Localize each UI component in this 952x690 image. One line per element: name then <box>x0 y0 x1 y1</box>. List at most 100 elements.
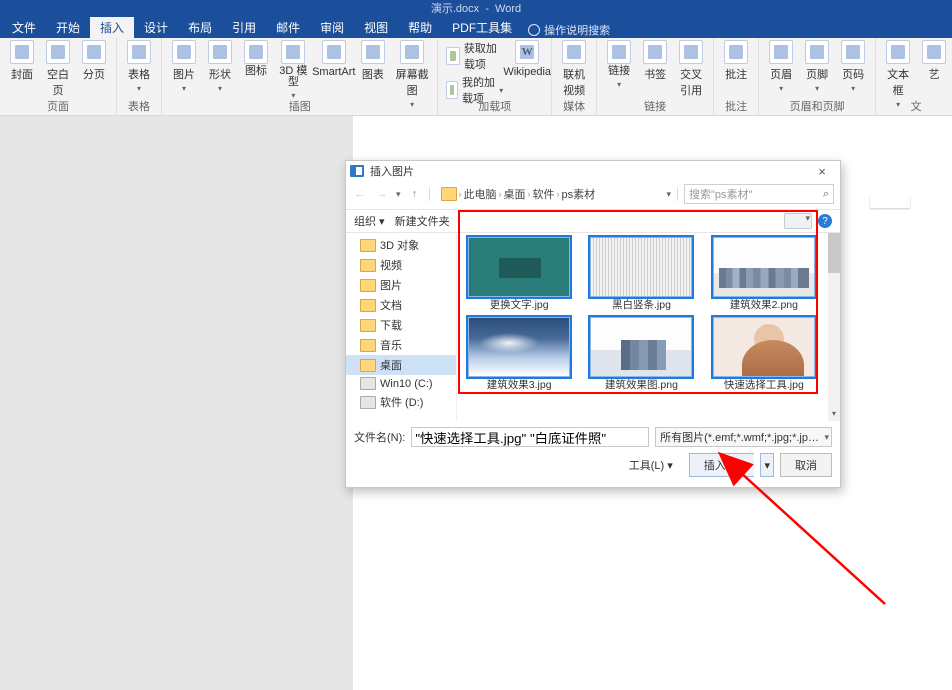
tree-3d-objects[interactable]: 3D 对象 <box>346 235 456 255</box>
doc-title: 演示.docx <box>431 3 479 15</box>
cancel-button[interactable]: 取消 <box>780 453 832 477</box>
link-button[interactable]: 链接▾ <box>605 40 633 90</box>
blank-page-icon <box>46 40 70 64</box>
page-number-button[interactable]: 页码▾ <box>839 40 867 93</box>
bookmark-button[interactable]: 书签 <box>641 40 669 82</box>
crumb-desktop[interactable]: 桌面 <box>504 186 526 202</box>
file-item[interactable]: 建筑效果3.jpg <box>463 317 575 391</box>
breadcrumb-dropdown[interactable]: ▾ <box>666 189 671 200</box>
file-type-combo[interactable]: 所有图片(*.emf;*.wmf;*.jpg;*.jp… <box>655 427 832 447</box>
icons-icon <box>244 40 268 64</box>
file-item[interactable]: 建筑效果2.png <box>708 237 820 311</box>
cover-page-button[interactable]: 封面 <box>8 40 36 82</box>
crumb-software[interactable]: 软件 <box>533 186 555 202</box>
wikipedia-button[interactable]: WWikipedia <box>511 40 543 78</box>
comment-button[interactable]: 批注 <box>722 40 750 82</box>
file-thumbnail <box>590 237 692 297</box>
picture-icon <box>172 40 196 64</box>
wordart-icon <box>922 40 946 64</box>
tree-drive-d[interactable]: 软件 (D:) <box>346 392 456 412</box>
online-video-button[interactable]: 联机视频 <box>560 40 588 98</box>
3d-models-button[interactable]: 3D 模型▾ <box>278 40 309 101</box>
help-button[interactable]: ? <box>818 214 832 228</box>
crumb-root[interactable]: 此电脑 <box>464 186 497 202</box>
file-item[interactable]: 更换文字.jpg <box>463 237 575 311</box>
tab-mailings[interactable]: 邮件 <box>266 17 310 38</box>
file-item[interactable]: 黑白竖条.jpg <box>585 237 697 311</box>
smartart-icon <box>322 40 346 64</box>
group-tables-label: 表格 <box>128 100 150 115</box>
shapes-button[interactable]: 形状▾ <box>206 40 234 93</box>
text-box-button[interactable]: 文本框▾ <box>884 40 912 109</box>
group-headerfooter-label: 页眉和页脚 <box>790 100 845 115</box>
file-list[interactable]: 更换文字.jpg 黑白竖条.jpg 建筑效果2.png 建筑效果3.jpg 建筑… <box>457 233 840 421</box>
screenshot-button[interactable]: 屏幕截图▾ <box>395 40 430 109</box>
organize-button[interactable]: 组织 ▾ <box>354 213 385 229</box>
crumb-psmaterial[interactable]: ps素材 <box>562 186 596 202</box>
icons-button[interactable]: 图标 <box>242 40 270 77</box>
tab-references[interactable]: 引用 <box>222 17 266 38</box>
tab-view[interactable]: 视图 <box>354 17 398 38</box>
nav-up-button[interactable]: ↑ <box>407 188 423 200</box>
page-break-icon <box>82 40 106 64</box>
tree-music[interactable]: 音乐 <box>346 335 456 355</box>
filename-input[interactable] <box>411 427 649 447</box>
blank-page-button[interactable]: 空白页 <box>44 40 72 98</box>
search-icon[interactable]: ⌕ <box>823 188 829 201</box>
cross-ref-icon <box>679 40 703 64</box>
table-button[interactable]: 表格▾ <box>125 40 153 93</box>
wordart-button[interactable]: 艺 <box>920 40 948 82</box>
file-thumbnail <box>590 317 692 377</box>
tree-pictures[interactable]: 图片 <box>346 275 456 295</box>
nav-back-button[interactable]: ← <box>352 188 368 200</box>
page-number-icon <box>841 40 865 64</box>
smartart-button[interactable]: SmartArt <box>317 40 351 78</box>
table-icon <box>127 40 151 64</box>
search-input[interactable]: 搜索"ps素材" ⌕ <box>684 184 834 204</box>
tools-button[interactable]: 工具(L) ▾ <box>629 457 673 473</box>
nav-forward-button[interactable]: → <box>374 188 390 200</box>
insert-button[interactable]: 插入(S) <box>689 453 755 477</box>
cross-ref-button[interactable]: 交叉引用 <box>677 40 705 98</box>
insert-picture-dialog: 插入图片 × ← → ▾ ↑ › 此电脑 › 桌面 › 软件 › ps素材 ▾ … <box>345 160 841 488</box>
tab-insert[interactable]: 插入 <box>90 17 134 38</box>
scrollbar[interactable]: ▴ ▾ <box>828 233 840 421</box>
file-item[interactable]: 快速选择工具.jpg <box>708 317 820 391</box>
tab-review[interactable]: 审阅 <box>310 17 354 38</box>
nav-history-dropdown[interactable]: ▾ <box>396 189 401 200</box>
tell-me-search[interactable]: 操作说明搜索 <box>528 22 610 38</box>
file-item[interactable]: 建筑效果图.png <box>585 317 697 391</box>
folder-tree: 3D 对象 视频 图片 文档 下载 音乐 桌面 Win10 (C:) 软件 (D… <box>346 233 457 421</box>
dialog-close-button[interactable]: × <box>808 164 836 179</box>
bulb-icon <box>528 24 540 36</box>
scroll-down-icon[interactable]: ▾ <box>828 409 840 421</box>
chart-button[interactable]: 图表 <box>359 40 387 82</box>
breadcrumb[interactable]: › 此电脑 › 桌面 › 软件 › ps素材 <box>436 183 661 205</box>
view-options-button[interactable] <box>784 213 812 229</box>
drive-icon <box>360 396 376 409</box>
tab-pdf[interactable]: PDF工具集 <box>442 17 522 38</box>
file-name: 黑白竖条.jpg <box>612 299 671 311</box>
ribbon-body: 封面 空白页 分页 页面 表格▾ 表格 图片▾ 形状▾ 图标 3D 模型▾ Sm… <box>0 38 952 116</box>
tree-drive-c[interactable]: Win10 (C:) <box>346 375 456 392</box>
tree-downloads[interactable]: 下载 <box>346 315 456 335</box>
header-button[interactable]: 页眉▾ <box>767 40 795 93</box>
link-icon <box>607 40 631 64</box>
tree-desktop[interactable]: 桌面 <box>346 355 456 375</box>
picture-button[interactable]: 图片▾ <box>170 40 198 93</box>
insert-dropdown-button[interactable]: ▾ <box>760 453 774 477</box>
footer-button[interactable]: 页脚▾ <box>803 40 831 93</box>
tab-design[interactable]: 设计 <box>134 17 178 38</box>
tree-videos[interactable]: 视频 <box>346 255 456 275</box>
folder-icon <box>360 259 376 272</box>
tree-documents[interactable]: 文档 <box>346 295 456 315</box>
get-addins-button[interactable]: 获取加载项 <box>446 40 503 72</box>
new-folder-button[interactable]: 新建文件夹 <box>395 213 450 229</box>
tab-layout[interactable]: 布局 <box>178 17 222 38</box>
screenshot-icon <box>400 40 424 64</box>
tab-help[interactable]: 帮助 <box>398 17 442 38</box>
tab-file[interactable]: 文件 <box>2 17 46 38</box>
page-break-button[interactable]: 分页 <box>80 40 108 82</box>
tab-home[interactable]: 开始 <box>46 17 90 38</box>
scrollbar-thumb[interactable] <box>828 233 840 273</box>
